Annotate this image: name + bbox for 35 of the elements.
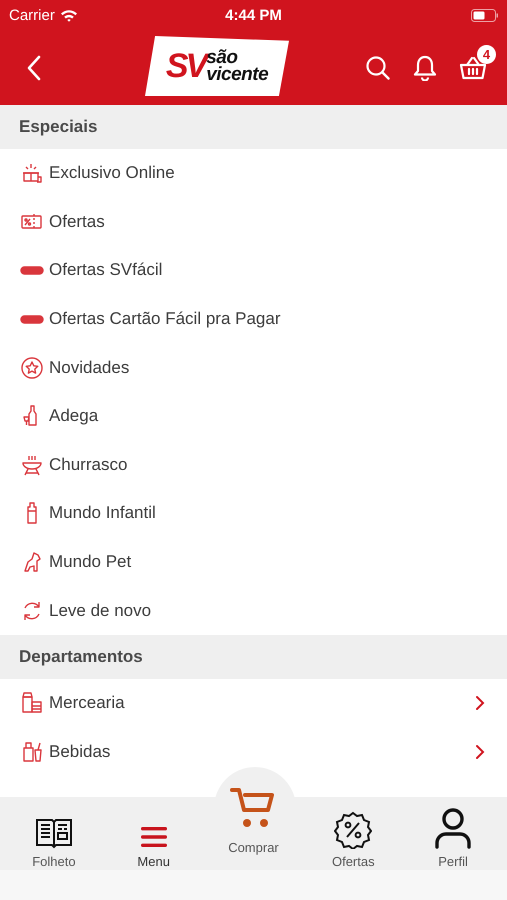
category-item[interactable]: Churrasco [0,440,507,490]
tab-item[interactable]: Perfil [408,797,498,870]
cart-icon [230,787,276,829]
category-item[interactable]: Exclusivo Online [0,149,507,198]
section-title: Especiais [19,117,98,137]
status-time: 4:44 PM [225,6,282,24]
carrier-name: Carrier [9,6,55,24]
category-item[interactable]: Mundo Infantil [0,489,507,538]
department-item[interactable]: Mercearia [0,678,507,728]
category-item[interactable]: Novidades [0,343,507,392]
category-item[interactable]: Leve de novo [0,586,507,635]
chevron-right-icon [475,744,485,760]
section-title: Departamentos [19,646,143,667]
gift-icon [20,161,44,186]
category-item[interactable]: Ofertas [0,198,507,246]
tab-item[interactable]: Ofertas [308,797,398,870]
chevron-right-icon [475,695,485,712]
department-item[interactable]: Bebidas [0,728,507,776]
tab-item[interactable]: Comprar [208,787,298,870]
menu-icon [140,825,168,849]
battery-icon [471,8,499,22]
person-icon [434,807,472,849]
category-item[interactable]: Adega [0,392,507,441]
tab-item[interactable]: Folheto [8,797,99,870]
discount-badge-icon [334,811,372,849]
boxes-icon [20,691,44,716]
cart-count-badge: 4 [477,44,496,64]
bell-icon[interactable] [413,54,437,81]
search-icon[interactable] [365,54,391,80]
category-item[interactable]: Ofertas Cartão Fácil pra Pagar [0,294,507,344]
wifi-icon [60,8,78,22]
category-item[interactable]: Ofertas SVfácil [0,246,507,295]
back-icon[interactable] [26,54,42,80]
category-item[interactable]: Mundo Pet [0,538,507,586]
tab-item[interactable]: Menu [108,797,199,870]
